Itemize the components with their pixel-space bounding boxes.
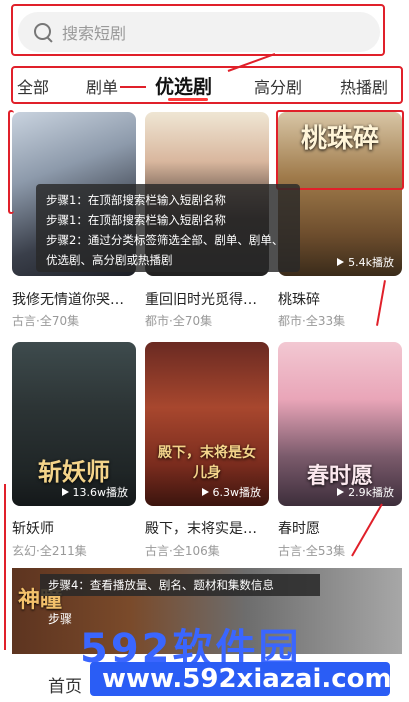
step-text: 步骤1：在顶部搜索栏输入短剧名称 [46, 193, 226, 207]
drama-card-image[interactable]: 春时愿 2.9k播放 [278, 342, 402, 506]
nav-home[interactable]: 首页 [48, 672, 82, 697]
play-icon [337, 258, 345, 266]
drama-title[interactable]: 殿下，末将实是… [145, 518, 271, 538]
play-count: 13.6w播放 [61, 484, 128, 500]
play-icon [61, 488, 69, 496]
drama-card-image[interactable]: 斩妖师 13.6w播放 [12, 342, 136, 506]
drama-title[interactable]: 桃珠碎 [278, 289, 404, 309]
active-tab-indicator [168, 98, 208, 101]
tab-trending[interactable]: 热播剧 [340, 74, 388, 98]
annotation-line [4, 484, 6, 650]
poster-title: 斩妖师 [38, 457, 110, 486]
annotation-box [276, 110, 404, 190]
play-icon [337, 488, 345, 496]
annotation-bracket [8, 110, 14, 214]
tutorial-steps: 步骤1：在顶部搜索栏输入短剧名称 步骤1：在顶部搜索栏输入短剧名称 步骤2：通过… [36, 184, 300, 272]
play-count: 5.4k播放 [337, 254, 394, 270]
play-icon [201, 488, 209, 496]
search-placeholder: 搜索短剧 [62, 24, 127, 43]
watermark-url: www.592xiazai.com [102, 664, 392, 694]
drama-meta: 古言·全106集 [145, 544, 220, 558]
drama-title[interactable]: 春时愿 [278, 518, 404, 538]
drama-title[interactable]: 我修无情道你哭… [12, 289, 138, 309]
drama-meta: 都市·全70集 [145, 314, 213, 328]
play-count: 2.9k播放 [337, 484, 394, 500]
drama-meta: 都市·全33集 [278, 314, 346, 328]
play-count: 6.3w播放 [201, 484, 261, 500]
tab-top-rated[interactable]: 高分剧 [254, 74, 302, 98]
tutorial-step: 步骤 [48, 612, 73, 626]
drama-meta: 玄幻·全211集 [12, 544, 87, 558]
drama-title[interactable]: 重回旧时光觅得… [145, 289, 271, 309]
tutorial-step: 步骤4：查看播放量、剧名、题材和集数信息 [40, 574, 320, 596]
annotation-arrow [120, 86, 146, 88]
drama-meta: 古言·全53集 [278, 544, 346, 558]
drama-card-image[interactable]: 殿下，末将是女儿身 6.3w播放 [145, 342, 269, 506]
drama-title[interactable]: 斩妖师 [12, 518, 138, 538]
search-bar[interactable]: 搜索短剧 [18, 12, 380, 52]
drama-meta: 古言·全70集 [12, 314, 80, 328]
step-text: 步骤2：通过分类标签筛选全部、剧单、剧单、优选剧、高分剧或热播剧 [46, 233, 284, 267]
tab-featured[interactable]: 优选剧 [155, 72, 212, 99]
step-text: 步骤1：在顶部搜索栏输入短剧名称 [46, 213, 226, 227]
tab-all[interactable]: 全部 [17, 74, 49, 98]
poster-title: 殿下，末将是女儿身 [158, 445, 256, 481]
search-icon [32, 21, 54, 43]
tab-playlist[interactable]: 剧单 [86, 74, 118, 98]
